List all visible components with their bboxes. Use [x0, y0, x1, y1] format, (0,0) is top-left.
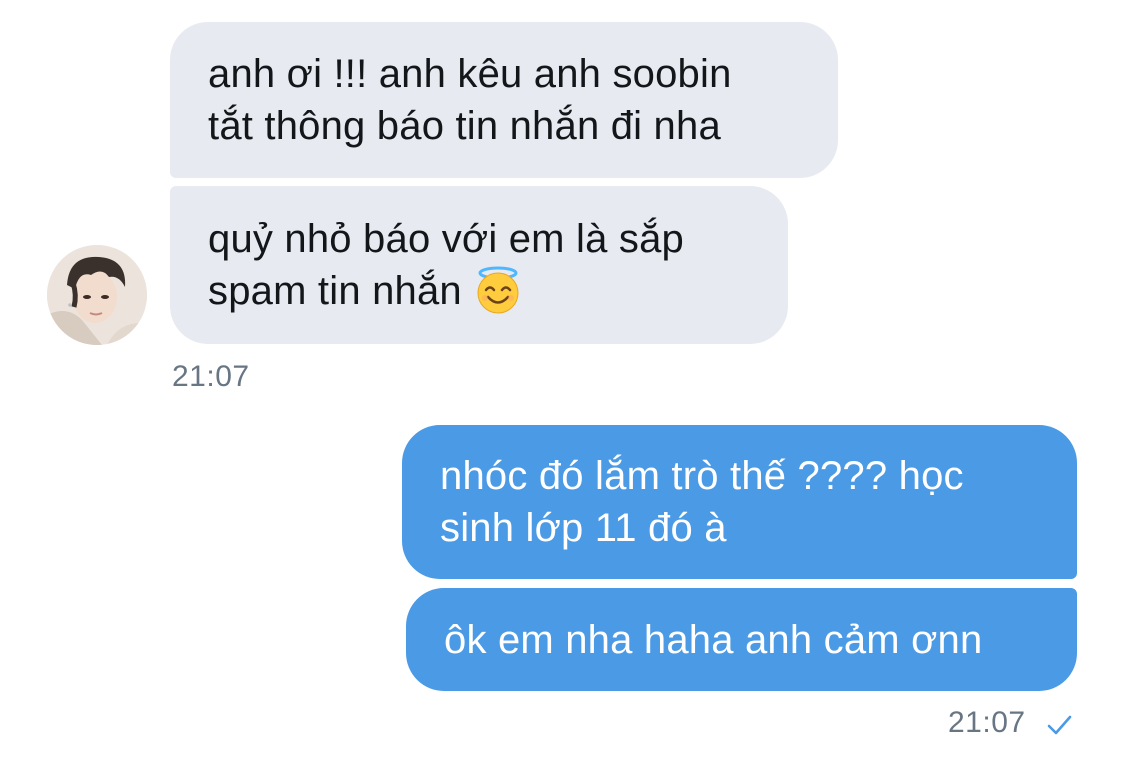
- message-text-line: tắt thông báo tin nhắn đi nha: [208, 104, 721, 148]
- avatar-image: [47, 245, 147, 345]
- message-text-line: anh ơi !!! anh kêu anh soobin: [208, 52, 732, 96]
- smiling-face-with-halo-icon: [474, 266, 522, 314]
- message-text-line: spam tin nhắn: [208, 265, 750, 317]
- message-timestamp: 21:07: [948, 706, 1026, 739]
- incoming-message-bubble[interactable]: anh ơi !!! anh kêu anh soobin tắt thông …: [170, 22, 838, 178]
- message-text-line: quỷ nhỏ báo với em là sắp: [208, 217, 684, 261]
- message-text-line: nhóc đó lắm trò thế ???? học: [440, 454, 964, 498]
- outgoing-message-bubble[interactable]: ôk em nha haha anh cảm ơnn: [406, 588, 1077, 691]
- incoming-message-bubble[interactable]: quỷ nhỏ báo với em là sắp spam tin nhắn: [170, 186, 788, 344]
- message-timestamp: 21:07: [172, 360, 250, 393]
- message-text-line: sinh lớp 11 đó à: [440, 506, 727, 550]
- outgoing-message-bubble[interactable]: nhóc đó lắm trò thế ???? học sinh lớp 11…: [402, 425, 1077, 579]
- message-text-line: ôk em nha haha anh cảm ơnn: [444, 618, 983, 662]
- contact-avatar[interactable]: [47, 245, 147, 345]
- message-text-fragment: spam tin nhắn: [208, 269, 462, 313]
- checkmark-icon: [1047, 715, 1072, 735]
